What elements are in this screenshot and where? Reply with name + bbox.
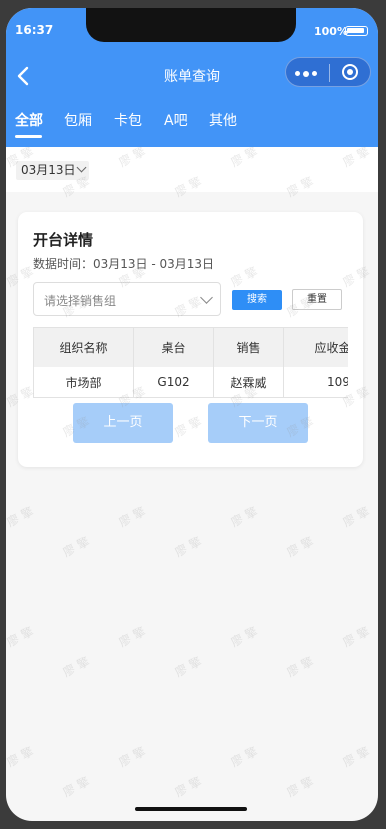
prev-page-button[interactable]: 上一页	[73, 403, 173, 443]
watermark-text: 廖 擎	[228, 504, 260, 530]
watermark-text: 廖 擎	[116, 504, 148, 530]
close-mini-program-icon[interactable]	[342, 64, 358, 80]
watermark-text: 廖 擎	[340, 504, 372, 530]
tab-all[interactable]: 全部	[15, 110, 43, 130]
tab-card-package[interactable]: 卡包	[114, 110, 142, 130]
reset-button[interactable]: 重置	[292, 289, 342, 310]
details-card: 开台详情 数据时间：03月13日 - 03月13日 请选择销售组 搜索 重置 组…	[18, 212, 363, 467]
active-tab-indicator	[15, 135, 42, 138]
device-notch	[86, 8, 296, 42]
chevron-down-icon	[200, 291, 213, 304]
sales-group-placeholder: 请选择销售组	[44, 294, 117, 308]
home-indicator[interactable]	[135, 807, 247, 811]
watermark-text: 廖 擎	[228, 624, 260, 650]
watermark-text: 廖 擎	[116, 744, 148, 770]
date-picker-value: 03月13日	[21, 163, 76, 177]
tab-private-room[interactable]: 包厢	[64, 110, 92, 130]
watermark-text: 廖 擎	[284, 774, 316, 800]
watermark-text: 廖 擎	[6, 744, 36, 770]
table-cell: 市场部	[33, 367, 134, 398]
mini-program-capsule	[285, 57, 371, 87]
watermark-text: 廖 擎	[6, 504, 36, 530]
table-cell: 109	[283, 367, 348, 398]
search-button[interactable]: 搜索	[232, 290, 282, 310]
watermark-text: 廖 擎	[60, 654, 92, 680]
table-row: 市场部 G102 赵霖威 109	[33, 367, 348, 398]
card-title: 开台详情	[33, 231, 94, 249]
watermark-text: 廖 擎	[116, 624, 148, 650]
results-table: 组织名称 桌台 销售 应收金额 市场部 G102 赵霖威 109	[33, 327, 348, 398]
sales-group-select[interactable]: 请选择销售组	[33, 282, 221, 316]
watermark-text: 廖 擎	[172, 774, 204, 800]
results-table-scroll[interactable]: 组织名称 桌台 销售 应收金额 市场部 G102 赵霖威 109	[33, 327, 348, 398]
watermark-text: 廖 擎	[6, 624, 36, 650]
column-header: 销售	[213, 327, 284, 367]
battery-icon	[345, 26, 368, 36]
column-header: 桌台	[133, 327, 214, 367]
table-header-row: 组织名称 桌台 销售 应收金额	[33, 327, 348, 367]
tab-a-bar[interactable]: A吧	[164, 110, 188, 130]
column-header: 应收金额	[283, 327, 348, 367]
watermark-text: 廖 擎	[284, 654, 316, 680]
more-menu-icon[interactable]	[295, 70, 321, 77]
watermark-text: 廖 擎	[172, 654, 204, 680]
chevron-down-icon	[76, 162, 86, 173]
data-time-range: 数据时间：03月13日 - 03月13日	[33, 257, 215, 271]
watermark-text: 廖 擎	[340, 744, 372, 770]
watermark-text: 廖 擎	[228, 744, 260, 770]
column-header: 组织名称	[33, 327, 134, 367]
date-filter-bar: 03月13日	[6, 147, 378, 192]
date-picker[interactable]: 03月13日	[16, 161, 89, 180]
watermark-text: 廖 擎	[172, 534, 204, 560]
watermark-text: 廖 擎	[284, 534, 316, 560]
watermark-text: 廖 擎	[60, 774, 92, 800]
capsule-divider	[329, 64, 330, 82]
battery-percent: 100%	[314, 25, 348, 38]
watermark-text: 廖 擎	[340, 624, 372, 650]
watermark-text: 廖 擎	[60, 534, 92, 560]
next-page-button[interactable]: 下一页	[208, 403, 308, 443]
status-time: 16:37	[15, 23, 54, 37]
tab-other[interactable]: 其他	[209, 110, 237, 130]
phone-screen: 16:37 100% 账单查询 全部 包厢 卡包 A吧 其他 03月13日 开台…	[6, 8, 378, 821]
table-cell: G102	[133, 367, 214, 398]
table-cell: 赵霖威	[213, 367, 284, 398]
